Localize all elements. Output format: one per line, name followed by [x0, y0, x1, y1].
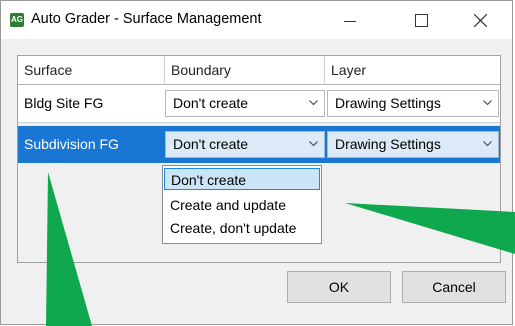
close-button[interactable] [457, 1, 503, 39]
maximize-button[interactable] [397, 1, 443, 39]
layer-select-value: Drawing Settings [335, 136, 441, 152]
chevron-down-icon [309, 100, 318, 106]
layer-select[interactable]: Drawing Settings [327, 90, 499, 117]
boundary-dropdown-list: Don't create Create and update Create, d… [162, 165, 322, 244]
boundary-select[interactable]: Don't create [165, 90, 325, 117]
table-row[interactable]: Bldg Site FG Don't create Drawing Settin… [18, 85, 500, 123]
chevron-down-icon [483, 100, 492, 106]
layer-select[interactable]: Drawing Settings [327, 131, 499, 158]
close-icon [474, 14, 487, 27]
ok-button[interactable]: OK [287, 271, 391, 303]
column-header-layer[interactable]: Layer [325, 56, 500, 85]
dropdown-option-create-dont-update[interactable]: Create, don't update [164, 217, 320, 239]
column-header-boundary[interactable]: Boundary [165, 56, 325, 85]
surface-name-cell: Subdivision FG [24, 136, 119, 152]
table-row-selected[interactable]: Subdivision FG Don't create Drawing Sett… [18, 126, 500, 163]
title-bar[interactable]: AG Auto Grader - Surface Management [1, 1, 512, 39]
minimize-button[interactable] [327, 1, 373, 39]
layer-select-value: Drawing Settings [335, 95, 441, 111]
chevron-down-icon [483, 141, 492, 147]
dropdown-option-create-and-update[interactable]: Create and update [164, 194, 320, 216]
app-icon: AG [10, 13, 24, 27]
window-title: Auto Grader - Surface Management [31, 11, 262, 27]
cancel-button[interactable]: Cancel [402, 271, 506, 303]
dropdown-option-dont-create[interactable]: Don't create [164, 168, 320, 190]
chevron-down-icon [309, 141, 318, 147]
boundary-select[interactable]: Don't create [165, 131, 325, 158]
boundary-select-value: Don't create [173, 95, 249, 111]
column-header-surface[interactable]: Surface [18, 56, 165, 85]
surface-name-cell: Bldg Site FG [24, 95, 104, 111]
boundary-select-value: Don't create [173, 136, 249, 152]
surface-management-dialog: AG Auto Grader - Surface Management Surf… [0, 0, 513, 325]
